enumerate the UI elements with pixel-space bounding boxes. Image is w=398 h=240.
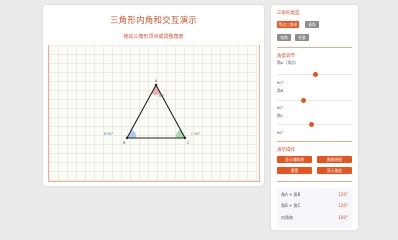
angle-a-label: 60° (159, 94, 165, 98)
angle-c-sector (175, 129, 185, 138)
vertex-c-handle (183, 136, 187, 140)
control-panel: 三角形类型 等边三角形 直角 钝角 任意 角度调节 角A（顶点） 60° 角B … (271, 5, 358, 230)
any-triangle-button[interactable]: 任意 (295, 34, 309, 41)
slider-a-thumb[interactable] (313, 72, 318, 77)
angle-c-label: C 60° (191, 132, 201, 136)
slider-a-track-right (319, 74, 352, 75)
angle-sum-info: 角A + 角B 120° 角B + 角C 120° 内角和 180° (277, 188, 352, 228)
vertex-a-name: A (155, 79, 158, 83)
info-row-value: 180° (338, 215, 348, 220)
slider-c-value: 60° (277, 131, 284, 135)
angle-b-sector (127, 129, 137, 138)
tear-angles-button[interactable]: 撕角拼接 (317, 156, 352, 163)
vertex-c-name: C (187, 141, 190, 145)
triangle-canvas[interactable]: A B C 60° B 60° C 60° (48, 45, 260, 182)
obtuse-triangle-button[interactable]: 钝角 (277, 34, 291, 41)
slider-c-label: 角C (277, 113, 284, 118)
divider (277, 47, 352, 48)
divider (277, 181, 352, 182)
divider (277, 141, 352, 142)
angle-b-label: B 60° (104, 132, 114, 136)
show-angles-button[interactable]: 显示角度 (317, 167, 352, 174)
info-row-value: 120° (338, 203, 348, 208)
vertex-b-handle (125, 136, 129, 140)
info-row-label: 内角和 (281, 215, 293, 220)
slider-b-track-right (307, 100, 352, 101)
show-guides-button[interactable]: 显示辅助线 (277, 156, 312, 163)
vertex-a-handle (154, 83, 158, 87)
reset-button[interactable]: 重置 (277, 167, 312, 174)
right-triangle-button[interactable]: 直角 (305, 21, 319, 28)
slider-b-value: 60° (277, 106, 284, 110)
info-row-label: 角A + 角B (281, 192, 301, 197)
info-row-value: 120° (338, 192, 348, 197)
slider-b-track-left (277, 100, 301, 101)
main-panel: 三角形内角和交互演示 拖动三角形顶点或调整角度 A B C 60° B 60° … (43, 5, 264, 186)
slider-c-track-right (315, 124, 352, 125)
slider-a-track-left (277, 74, 317, 75)
angle-section-title: 角度调节 (277, 54, 295, 59)
info-row-label: 角B + 角C (281, 203, 301, 208)
slider-a-value: 60° (277, 81, 284, 85)
slider-c-thumb[interactable] (309, 122, 314, 127)
page-title: 三角形内角和交互演示 (109, 16, 197, 26)
shape-section-title: 三角形类型 (277, 11, 300, 16)
page-subtitle: 拖动三角形顶点或调整角度 (123, 34, 184, 40)
slider-c-track-left (277, 124, 309, 125)
slider-a-label: 角A（顶点） (277, 60, 299, 65)
slider-b-label: 角B (277, 88, 284, 93)
slider-b-thumb[interactable] (301, 98, 306, 103)
equilateral-button[interactable]: 等边三角形 (277, 21, 299, 28)
triangle-svg: A B C 60° B 60° C 60° (104, 79, 201, 145)
vertex-b-name: B (123, 141, 126, 145)
action-section-title: 演示操作 (277, 148, 295, 153)
